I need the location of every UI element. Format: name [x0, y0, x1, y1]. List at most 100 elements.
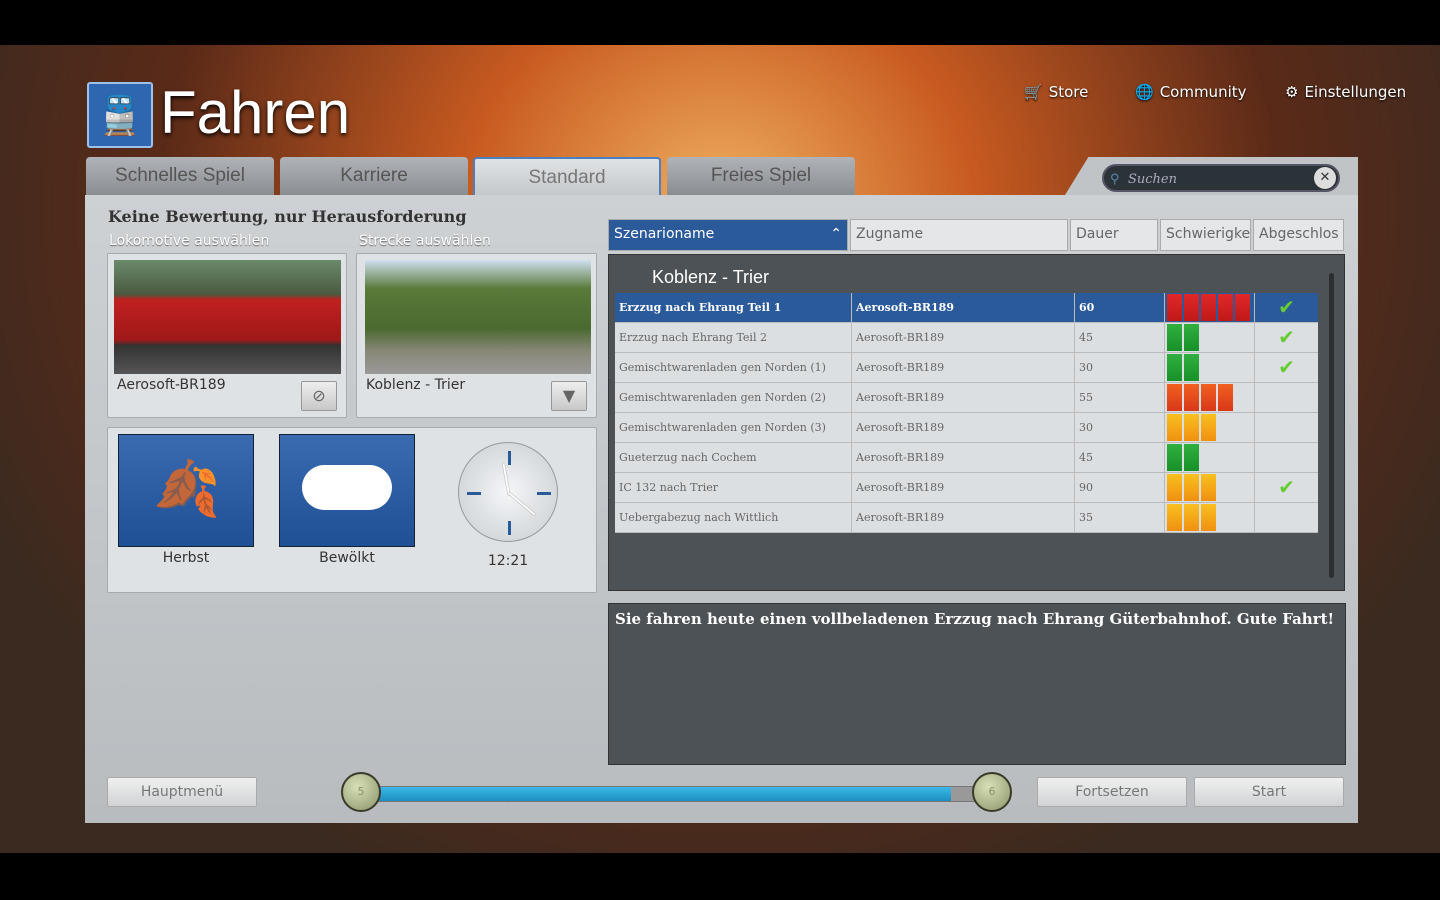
- scenario-name: Gemischtwarenladen gen Norden (2): [615, 383, 852, 412]
- environment-card: 🍂 Herbst Bewölkt 12:21: [107, 427, 597, 593]
- loco-name: Aerosoft-BR189: [117, 377, 226, 393]
- column-label: Szenarioname: [614, 226, 715, 242]
- community-link[interactable]: 🌐 Community: [1135, 83, 1247, 101]
- difficulty-meter: [1165, 353, 1255, 382]
- season-button[interactable]: 🍂: [118, 434, 254, 547]
- scenario-name: IC 132 nach Trier: [615, 473, 852, 502]
- filter-icon: ▼: [562, 386, 576, 405]
- difficulty-bar: [1235, 294, 1250, 321]
- column-header-difficulty[interactable]: Schwierigke: [1160, 219, 1251, 251]
- difficulty-meter: [1165, 383, 1255, 412]
- search-input[interactable]: ⚲ Suchen ✕: [1102, 164, 1340, 192]
- duration: 35: [1075, 503, 1165, 532]
- route-name: Koblenz - Trier: [366, 377, 466, 393]
- globe-icon: 🌐: [1135, 83, 1154, 101]
- no-icon: ⊘: [312, 386, 326, 405]
- difficulty-bar: [1167, 354, 1182, 381]
- mode-heading: Keine Bewertung, nur Herausforderung: [108, 207, 467, 226]
- duration: 30: [1075, 353, 1165, 382]
- tab-karriere[interactable]: Karriere: [280, 157, 468, 195]
- completed-cell: [1255, 383, 1318, 412]
- train-name: Aerosoft-BR189: [852, 443, 1075, 472]
- settings-link[interactable]: ⚙ Einstellungen: [1285, 83, 1406, 101]
- column-header-duration[interactable]: Dauer: [1070, 219, 1158, 251]
- column-header-completed[interactable]: Abgeschlos: [1253, 219, 1344, 251]
- train-name: Aerosoft-BR189: [852, 353, 1075, 382]
- scenario-row[interactable]: Uebergabezug nach Wittlich Aerosoft-BR18…: [615, 503, 1318, 533]
- weather-button[interactable]: [279, 434, 415, 547]
- checkmark-icon: ✔: [1278, 355, 1295, 379]
- clear-search-icon[interactable]: ✕: [1314, 167, 1336, 189]
- scrollbar[interactable]: [1329, 273, 1334, 578]
- store-link[interactable]: 🛒 Store: [1024, 83, 1088, 101]
- difficulty-bar: [1201, 384, 1216, 411]
- difficulty-meter: [1165, 413, 1255, 442]
- difficulty-meter: [1165, 503, 1255, 532]
- difficulty-bar: [1184, 324, 1199, 351]
- difficulty-bar: [1167, 384, 1182, 411]
- weather-label: Bewölkt: [319, 550, 375, 566]
- tab-freies-spiel[interactable]: Freies Spiel: [667, 157, 855, 195]
- progress-end-knob: 6: [972, 772, 1012, 812]
- scenario-row[interactable]: Gueterzug nach Cochem Aerosoft-BR189 45: [615, 443, 1318, 473]
- scenario-name: Gemischtwarenladen gen Norden (3): [615, 413, 852, 442]
- page-title: Fahren: [160, 79, 351, 146]
- checkmark-icon: ✔: [1278, 295, 1295, 319]
- progress-bar: [370, 786, 982, 802]
- tab-standard[interactable]: Standard: [473, 157, 661, 195]
- difficulty-meter: [1165, 443, 1255, 472]
- difficulty-bar: [1184, 294, 1199, 321]
- difficulty-bar: [1167, 294, 1182, 321]
- column-header-train[interactable]: Zugname: [850, 219, 1068, 251]
- loco-image: [114, 260, 341, 374]
- scenario-row[interactable]: Gemischtwarenladen gen Norden (3) Aeroso…: [615, 413, 1318, 443]
- duration: 60: [1075, 293, 1165, 322]
- clear-loco-button[interactable]: ⊘: [301, 381, 337, 411]
- difficulty-bar: [1167, 324, 1182, 351]
- completed-cell: [1255, 443, 1318, 472]
- loco-card[interactable]: Aerosoft-BR189 ⊘: [107, 253, 347, 418]
- duration: 90: [1075, 473, 1165, 502]
- scenario-row[interactable]: Gemischtwarenladen gen Norden (2) Aeroso…: [615, 383, 1318, 413]
- scenario-name: Gueterzug nach Cochem: [615, 443, 852, 472]
- difficulty-bar: [1201, 474, 1216, 501]
- tab-schnelles-spiel[interactable]: Schnelles Spiel: [86, 157, 274, 195]
- difficulty-meter: [1165, 323, 1255, 352]
- filter-route-button[interactable]: ▼: [551, 381, 587, 411]
- difficulty-bar: [1184, 504, 1199, 531]
- scenario-name: Gemischtwarenladen gen Norden (1): [615, 353, 852, 382]
- sort-up-icon: ⌃: [830, 226, 842, 242]
- route-card[interactable]: Koblenz - Trier ▼: [356, 253, 597, 418]
- scenario-row[interactable]: Erzzug nach Ehrang Teil 2 Aerosoft-BR189…: [615, 323, 1318, 353]
- difficulty-bar: [1167, 474, 1182, 501]
- train-name: Aerosoft-BR189: [852, 503, 1075, 532]
- difficulty-bar: [1184, 414, 1199, 441]
- difficulty-bar: [1167, 414, 1182, 441]
- scenario-list: Koblenz - Trier Erzzug nach Ehrang Teil …: [608, 254, 1345, 591]
- difficulty-meter: [1165, 473, 1255, 502]
- search-icon: ⚲: [1110, 172, 1120, 187]
- route-group-title: Koblenz - Trier: [652, 267, 770, 287]
- difficulty-bar: [1167, 444, 1182, 471]
- main-menu-button[interactable]: Hauptmenü: [107, 777, 257, 807]
- train-logo-icon: 🚆: [87, 82, 153, 148]
- start-button[interactable]: Start: [1194, 777, 1344, 807]
- scenario-name: Erzzug nach Ehrang Teil 2: [615, 323, 852, 352]
- train-name: Aerosoft-BR189: [852, 323, 1075, 352]
- train-name: Aerosoft-BR189: [852, 413, 1075, 442]
- scenario-row[interactable]: Erzzug nach Ehrang Teil 1 Aerosoft-BR189…: [615, 293, 1318, 323]
- duration: 45: [1075, 443, 1165, 472]
- column-header-scenario[interactable]: Szenarioname ⌃: [608, 219, 848, 251]
- continue-button[interactable]: Fortsetzen: [1037, 777, 1187, 807]
- completed-cell: [1255, 503, 1318, 532]
- difficulty-bar: [1184, 474, 1199, 501]
- duration: 30: [1075, 413, 1165, 442]
- difficulty-bar: [1184, 384, 1199, 411]
- scenario-row[interactable]: Gemischtwarenladen gen Norden (1) Aeroso…: [615, 353, 1318, 383]
- cart-icon: 🛒: [1024, 83, 1043, 101]
- scenario-description: Sie fahren heute einen vollbeladenen Erz…: [608, 603, 1346, 765]
- scenario-row[interactable]: IC 132 nach Trier Aerosoft-BR189 90 ✔: [615, 473, 1318, 503]
- clock-icon[interactable]: [458, 442, 558, 542]
- train-name: Aerosoft-BR189: [852, 293, 1075, 322]
- scenario-name: Erzzug nach Ehrang Teil 1: [615, 293, 852, 322]
